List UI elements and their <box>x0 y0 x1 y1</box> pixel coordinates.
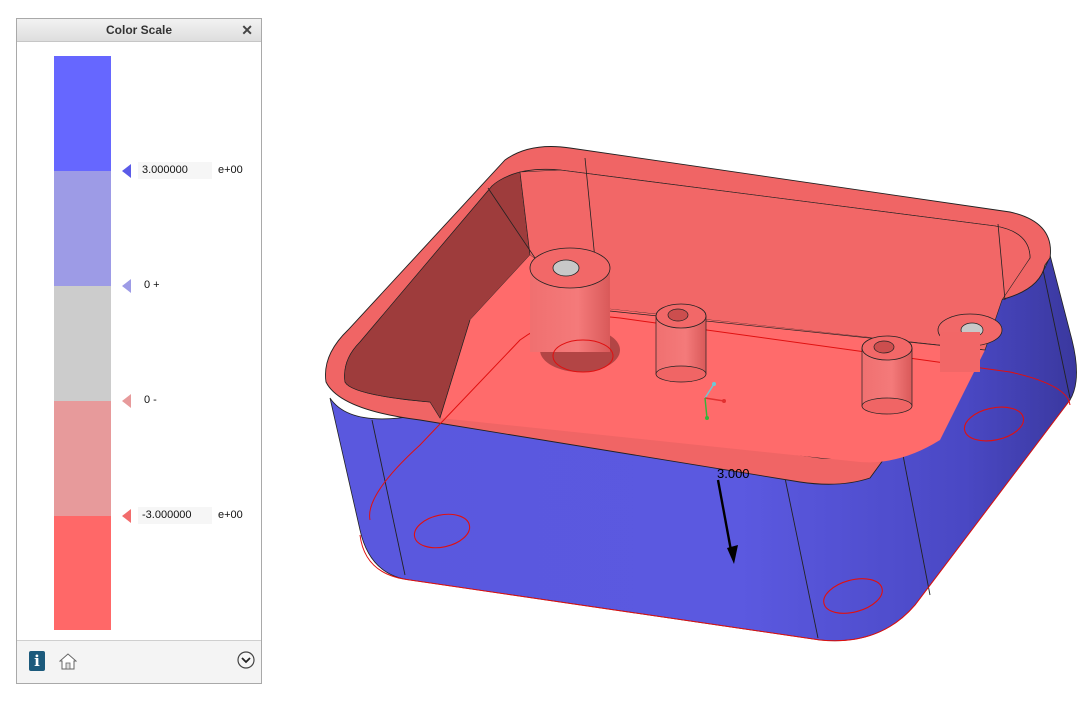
color-scale-panel: Color Scale ✕ 3.000000 e+00 0 + 0 - -3.0… <box>16 18 262 684</box>
scale-band-negative-high <box>54 516 111 630</box>
max-exponent: e+00 <box>218 164 243 176</box>
scale-band-positive-low <box>54 171 111 286</box>
scale-band-positive-high <box>54 56 111 171</box>
close-icon[interactable]: ✕ <box>241 19 253 41</box>
scale-band-neutral <box>54 286 111 401</box>
min-exponent: e+00 <box>218 509 243 521</box>
min-value-field[interactable]: -3.000000 <box>138 507 212 524</box>
chevron-down-icon[interactable] <box>237 651 255 669</box>
color-scale-bar <box>54 56 111 630</box>
max-value-marker[interactable] <box>122 164 132 178</box>
scale-band-negative-low <box>54 401 111 516</box>
panel-footer: i <box>17 640 261 683</box>
panel-title: Color Scale ✕ <box>17 19 261 42</box>
info-icon[interactable]: i <box>29 651 45 671</box>
zero-minus-label: 0 - <box>144 394 157 406</box>
zero-plus-label: 0 + <box>144 279 160 291</box>
panel-title-text: Color Scale <box>105 23 173 37</box>
zero-minus-marker[interactable] <box>122 394 132 408</box>
min-value-marker[interactable] <box>122 509 132 523</box>
scale-body: 3.000000 e+00 0 + 0 - -3.000000 e+00 <box>18 42 260 640</box>
part-model[interactable]: 3.000 <box>270 0 1092 704</box>
max-value-field[interactable]: 3.000000 <box>138 162 212 179</box>
zero-plus-marker[interactable] <box>122 279 132 293</box>
model-viewport[interactable]: 3.000 <box>270 0 1092 704</box>
dimension-label: 3.000 <box>717 466 750 481</box>
home-icon[interactable] <box>58 651 78 671</box>
